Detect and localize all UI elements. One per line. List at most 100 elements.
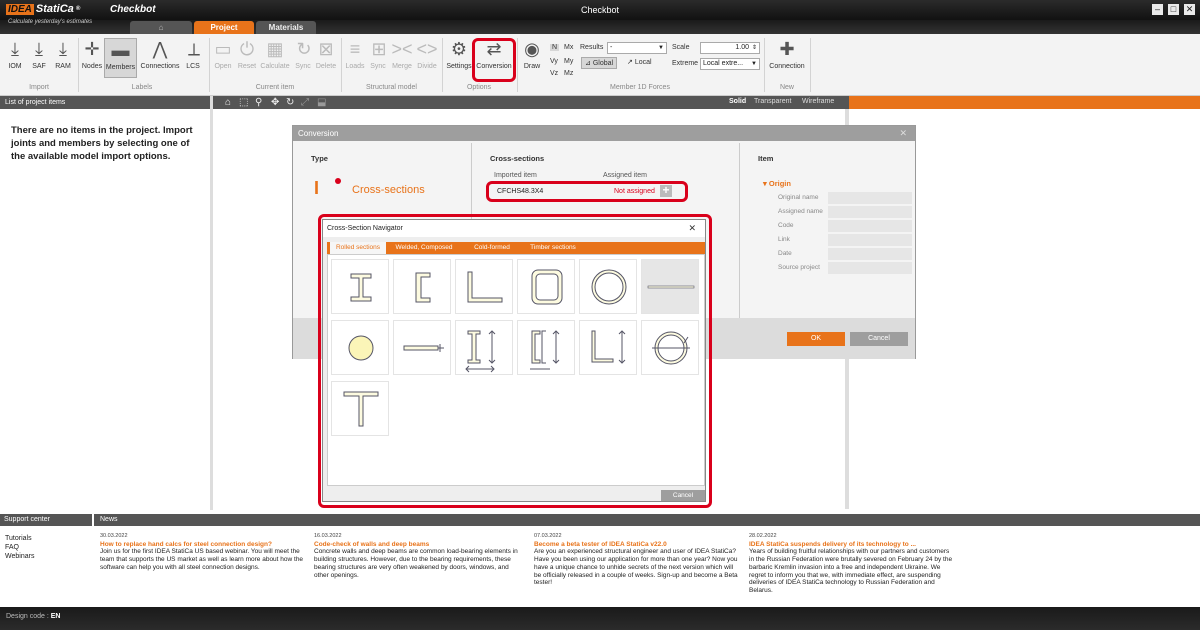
divide-button[interactable]: <> Divide [415,38,439,78]
sync-icon: ↻ [296,39,312,59]
origin-expander[interactable]: ▾ Origin [763,179,791,188]
view-cube-icon[interactable]: ⬓ [317,96,326,109]
import-ram-button[interactable]: ⤓ RAM [52,38,74,78]
support-webinars-link[interactable]: Webinars [5,552,34,561]
global-toggle[interactable]: ⊿ Global [581,57,618,69]
support-list: Tutorials FAQ Webinars [5,534,34,561]
ok-button[interactable]: OK [787,332,845,346]
new-connection-icon: ✚ [779,39,795,59]
viewport-toolbar: ⌂ ⬚ ⚲ ✥ ↻ ⤢ ⬓ Solid Transparent Wirefram… [213,96,849,109]
news-item: 30.03.2022 How to replace hand calcs for… [100,533,306,572]
mode-transparent[interactable]: Transparent [754,98,791,105]
labels-connections-button[interactable]: ⋀ Connections [139,38,181,78]
loads-icon: ≡ [349,39,361,59]
news-title-link[interactable]: Code-check of walls and deep beams [314,541,520,549]
import-icon: ⤓ [11,39,19,59]
maximize-button[interactable]: □ [1168,4,1179,15]
sync-model-button[interactable]: ⊞ Sync [368,38,388,78]
support-faq-link[interactable]: FAQ [5,543,34,552]
warning-dot-icon [335,178,341,184]
sync-item-button[interactable]: ↻ Sync [293,38,313,78]
property-value [828,192,912,204]
new-connection-button[interactable]: ✚ Connection [767,38,807,78]
extreme-select[interactable]: Local extre... ▼ [700,58,760,70]
import-iom-button[interactable]: ⤓ IOM [4,38,26,78]
tab-home[interactable]: ⌂ [130,21,192,34]
spinner-icon: ⇕ [751,45,757,51]
conversion-close-icon[interactable]: ✕ [899,128,907,139]
loads-button[interactable]: ≡ Loads [344,38,366,78]
tagline: Calculate yesterday's estimates [8,19,93,25]
labels-members-button[interactable]: ▬ Members [104,38,137,78]
zoom-window-icon[interactable]: ⬚ [239,96,248,109]
component-vz[interactable]: Vz [550,70,558,77]
support-tutorials-link[interactable]: Tutorials [5,534,34,543]
labels-lcs-button[interactable]: ⟂ LCS [183,38,203,78]
local-toggle[interactable]: ↗ Local [627,58,652,66]
chevron-down-icon: ▼ [751,61,757,67]
tab-materials[interactable]: Materials [256,21,316,34]
merge-button[interactable]: >< Merge [390,38,414,78]
component-n[interactable]: N [550,44,560,51]
settings-button[interactable]: ⚙ Settings [445,38,473,78]
project-empty-message: There are no items in the project. Impor… [11,125,193,162]
nodes-icon: ✛ [84,39,100,59]
property-row: Original name [778,192,912,204]
import-icon: ⤓ [59,39,67,59]
property-row: Code [778,220,912,232]
mode-solid[interactable]: Solid [729,98,746,105]
rotate-icon[interactable]: ↻ [286,96,294,109]
news-title-link[interactable]: IDEA StatiCa suspends delivery of its te… [749,541,955,549]
lcs-icon: ⟂ [187,39,200,59]
property-value [828,206,912,218]
import-saf-button[interactable]: ⤓ SAF [28,38,50,78]
open-button[interactable]: ▭ Open [212,38,234,78]
group-separator [517,38,518,92]
scale-input[interactable]: 1.00 ⇕ [700,42,760,54]
component-mz[interactable]: Mz [564,70,573,77]
news-body: Concrete walls and deep beams are common… [314,548,518,579]
tab-project[interactable]: Project [194,21,254,34]
news-title-link[interactable]: How to replace hand calcs for steel conn… [100,541,306,549]
mode-wireframe[interactable]: Wireframe [802,98,834,105]
close-window-button[interactable]: ✕ [1184,4,1195,15]
viewport-accent-bar [849,96,1200,109]
draw-button[interactable]: ◉ Draw [520,38,544,78]
column-separator [739,143,740,318]
delete-icon: ⊠ [318,39,334,59]
type-heading: Type [311,154,328,163]
news-item: 07.03.2022 Become a beta tester of IDEA … [534,533,740,587]
panel-splitter[interactable] [210,96,213,510]
component-mx[interactable]: Mx [564,44,573,51]
group-label-import: Import [29,84,49,91]
calculator-icon: ▦ [266,39,284,59]
design-code[interactable]: Design code : EN [6,613,61,620]
property-row: Link [778,234,912,246]
component-my[interactable]: My [564,58,573,65]
support-center-header: Support center [0,514,92,526]
labels-nodes-button[interactable]: ✛ Nodes [81,38,103,78]
calculate-button[interactable]: ▦ Calculate [259,38,291,78]
minimize-button[interactable]: – [1152,4,1163,15]
merge-icon: >< [391,39,413,59]
news-title-link[interactable]: Become a beta tester of IDEA StatiCa v22… [534,541,740,549]
news-date: 28.02.2022 [749,533,777,539]
home-view-icon[interactable]: ⌂ [225,96,231,109]
window-title: Checkbot [580,5,620,15]
component-vy[interactable]: Vy [550,58,558,65]
news-date: 07.03.2022 [534,533,562,539]
group-label-new: New [779,84,794,91]
cancel-button[interactable]: Cancel [850,332,908,346]
reset-button[interactable]: ⏻ Reset [236,38,258,78]
results-select[interactable]: - ▼ [607,42,667,54]
item-heading: Item [758,154,774,163]
delete-button[interactable]: ⊠ Delete [314,38,338,78]
search-zoom-icon[interactable]: ⚲ [255,96,262,109]
type-cross-sections[interactable]: Cross-sections [352,184,425,196]
imported-item-heading: Imported item [494,172,537,179]
fit-icon[interactable]: ⤢ [301,96,309,109]
navigator-highlight [318,214,712,508]
group-label-current-item: Current item [255,84,295,91]
pan-icon[interactable]: ✥ [271,96,279,109]
property-value [828,234,912,246]
